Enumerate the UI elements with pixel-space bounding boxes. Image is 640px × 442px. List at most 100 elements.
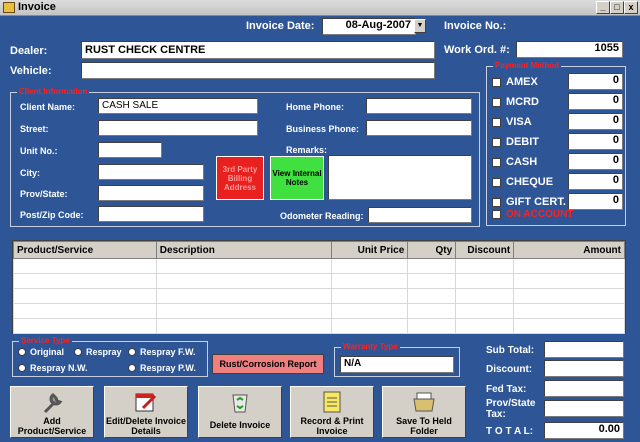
table-cell[interactable]	[155, 258, 333, 274]
table-row[interactable]	[13, 318, 625, 334]
payment-checkbox[interactable]	[492, 198, 501, 207]
table-cell[interactable]	[455, 318, 515, 334]
radio-original[interactable]	[18, 348, 26, 356]
table-row[interactable]	[13, 273, 625, 289]
view-internal-notes-button[interactable]: View Internal Notes	[270, 156, 324, 200]
save-to-held-folder-button[interactable]: Save To Held Folder	[382, 386, 466, 438]
payment-checkbox[interactable]	[492, 178, 501, 187]
warranty-type-field[interactable]: N/A	[340, 356, 454, 373]
column-header[interactable]: Amount	[513, 241, 625, 259]
third-party-billing-button[interactable]: 3rd Party Billing Address	[216, 156, 264, 200]
add-product-service-button[interactable]: Add Product/Service	[10, 386, 94, 438]
payment-amount-field[interactable]: 0	[568, 93, 623, 110]
table-cell[interactable]	[407, 273, 457, 289]
column-header[interactable]: Qty	[407, 241, 457, 259]
street-field[interactable]	[98, 120, 258, 136]
payment-method-label: AMEX	[506, 76, 538, 88]
table-row[interactable]	[13, 288, 625, 304]
title-bar: Invoice _ □ x	[0, 0, 640, 16]
product-grid[interactable]: Product/Service Description Unit Price Q…	[12, 240, 626, 334]
payment-checkbox[interactable]	[492, 98, 501, 107]
grid-header-row: Product/Service Description Unit Price Q…	[13, 241, 625, 259]
column-header[interactable]: Unit Price	[331, 241, 409, 259]
table-cell[interactable]	[513, 303, 625, 319]
client-name-field[interactable]: CASH SALE	[98, 98, 258, 114]
subtotal-label: Sub Total:	[486, 345, 535, 356]
payment-checkbox[interactable]	[492, 78, 501, 87]
radio-respray[interactable]	[74, 348, 82, 356]
payment-amount-field[interactable]: 0	[568, 133, 623, 150]
maximize-button[interactable]: □	[610, 1, 624, 14]
work-order-field[interactable]: 1055	[516, 41, 623, 58]
vehicle-field[interactable]	[81, 62, 435, 79]
chevron-down-icon[interactable]: ▼	[414, 19, 426, 33]
table-cell[interactable]	[155, 273, 333, 289]
postal-code-field[interactable]	[98, 206, 204, 222]
rust-corrosion-report-button[interactable]: Rust/Corrosion Report	[212, 354, 324, 374]
table-cell[interactable]	[13, 273, 157, 289]
table-cell[interactable]	[331, 303, 409, 319]
table-cell[interactable]	[13, 318, 157, 334]
radio-respray-nw[interactable]	[18, 364, 26, 372]
table-cell[interactable]	[455, 273, 515, 289]
invoice-date-field[interactable]: 08-Aug-2007	[322, 18, 416, 35]
business-phone-field[interactable]	[366, 120, 472, 136]
table-cell[interactable]	[455, 288, 515, 304]
table-cell[interactable]	[407, 258, 457, 274]
payment-checkbox[interactable]	[492, 138, 501, 147]
column-header[interactable]: Description	[155, 241, 333, 259]
table-row[interactable]	[13, 303, 625, 319]
table-cell[interactable]	[407, 318, 457, 334]
delete-invoice-button[interactable]: Delete Invoice	[198, 386, 282, 438]
table-row[interactable]	[13, 258, 625, 274]
prov-state-field[interactable]	[98, 185, 204, 201]
payment-checkbox[interactable]	[492, 118, 501, 127]
table-cell[interactable]	[513, 258, 625, 274]
street-label: Street:	[20, 124, 49, 134]
table-cell[interactable]	[513, 273, 625, 289]
table-cell[interactable]	[407, 303, 457, 319]
vehicle-label: Vehicle:	[10, 65, 52, 77]
table-cell[interactable]	[331, 318, 409, 334]
discount-field	[544, 360, 624, 377]
table-cell[interactable]	[155, 303, 333, 319]
unit-field[interactable]	[98, 142, 162, 158]
payment-amount-field[interactable]: 0	[568, 73, 623, 90]
table-cell[interactable]	[331, 288, 409, 304]
minimize-button[interactable]: _	[596, 1, 610, 14]
record-print-invoice-label: Record & Print Invoice	[300, 416, 364, 436]
home-phone-field[interactable]	[366, 98, 472, 114]
record-print-invoice-button[interactable]: Record & Print Invoice	[290, 386, 374, 438]
payment-amount-field[interactable]: 0	[568, 193, 623, 210]
table-cell[interactable]	[155, 318, 333, 334]
close-button[interactable]: x	[624, 1, 638, 14]
city-field[interactable]	[98, 164, 204, 180]
table-cell[interactable]	[13, 288, 157, 304]
table-cell[interactable]	[407, 288, 457, 304]
payment-amount-field[interactable]: 0	[568, 173, 623, 190]
odometer-field[interactable]	[368, 207, 472, 223]
radio-respray-fw[interactable]	[128, 348, 136, 356]
table-cell[interactable]	[455, 258, 515, 274]
table-cell[interactable]	[455, 303, 515, 319]
payment-checkbox[interactable]	[492, 158, 501, 167]
table-cell[interactable]	[13, 258, 157, 274]
column-header[interactable]: Discount	[455, 241, 515, 259]
table-cell[interactable]	[13, 303, 157, 319]
on-account-checkbox[interactable]	[492, 210, 501, 219]
table-cell[interactable]	[513, 288, 625, 304]
table-cell[interactable]	[331, 258, 409, 274]
recycle-bin-icon	[232, 394, 248, 413]
client-info-title: Client Information	[17, 87, 90, 96]
column-header[interactable]: Product/Service	[13, 241, 157, 259]
dealer-field[interactable]: RUST CHECK CENTRE	[81, 41, 435, 59]
edit-delete-invoice-button[interactable]: Edit/Delete Invoice Details	[104, 386, 188, 438]
payment-amount-field[interactable]: 0	[568, 153, 623, 170]
table-cell[interactable]	[331, 273, 409, 289]
payment-amount-field[interactable]: 0	[568, 113, 623, 130]
table-cell[interactable]	[155, 288, 333, 304]
wrench-icon	[43, 393, 63, 414]
table-cell[interactable]	[513, 318, 625, 334]
radio-respray-pw[interactable]	[128, 364, 136, 372]
remarks-field[interactable]	[328, 155, 472, 200]
